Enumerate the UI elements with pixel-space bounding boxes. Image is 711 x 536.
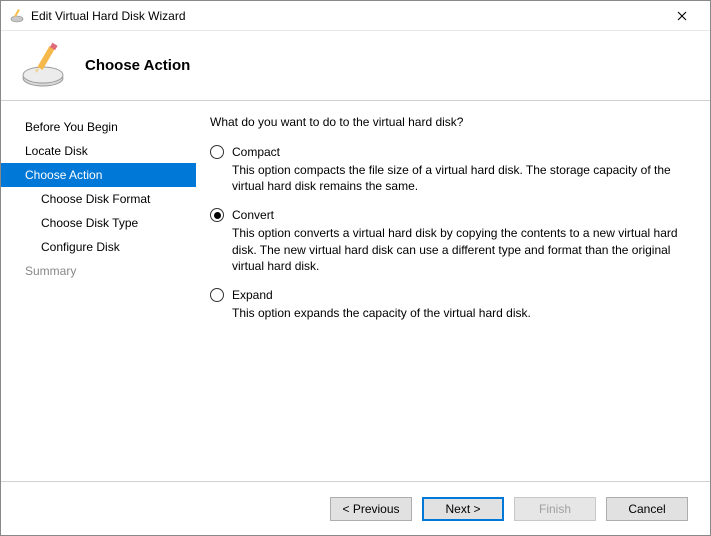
option-expand-row[interactable]: Expand — [210, 288, 688, 302]
option-compact: Compact This option compacts the file si… — [210, 145, 688, 194]
sidebar-item-configure-disk[interactable]: Configure Disk — [1, 235, 196, 259]
sidebar-item-choose-disk-format[interactable]: Choose Disk Format — [1, 187, 196, 211]
window-title: Edit Virtual Hard Disk Wizard — [31, 9, 662, 23]
sidebar-item-choose-disk-type[interactable]: Choose Disk Type — [1, 211, 196, 235]
previous-button[interactable]: < Previous — [330, 497, 412, 521]
wizard-body: Before You Begin Locate Disk Choose Acti… — [1, 101, 710, 481]
wizard-footer: < Previous Next > Finish Cancel — [1, 481, 710, 535]
radio-compact[interactable] — [210, 145, 224, 159]
finish-button: Finish — [514, 497, 596, 521]
option-expand: Expand This option expands the capacity … — [210, 288, 688, 321]
app-icon — [9, 8, 25, 24]
option-convert: Convert This option converts a virtual h… — [210, 208, 688, 274]
sidebar-item-choose-action[interactable]: Choose Action — [1, 163, 196, 187]
radio-expand[interactable] — [210, 288, 224, 302]
sidebar-item-summary[interactable]: Summary — [1, 259, 196, 283]
option-convert-row[interactable]: Convert — [210, 208, 688, 222]
option-expand-label: Expand — [232, 288, 273, 302]
wizard-content: What do you want to do to the virtual ha… — [196, 101, 710, 481]
option-convert-desc: This option converts a virtual hard disk… — [232, 225, 688, 274]
close-button[interactable] — [662, 2, 702, 30]
wizard-sidebar: Before You Begin Locate Disk Choose Acti… — [1, 101, 196, 481]
option-compact-row[interactable]: Compact — [210, 145, 688, 159]
content-prompt: What do you want to do to the virtual ha… — [210, 115, 688, 129]
wizard-header: Choose Action — [1, 31, 710, 101]
option-convert-label: Convert — [232, 208, 274, 222]
option-compact-desc: This option compacts the file size of a … — [232, 162, 688, 194]
next-button[interactable]: Next > — [422, 497, 504, 521]
titlebar: Edit Virtual Hard Disk Wizard — [1, 1, 710, 31]
radio-convert[interactable] — [210, 208, 224, 222]
sidebar-item-before-you-begin[interactable]: Before You Begin — [1, 115, 196, 139]
wizard-icon — [19, 42, 67, 90]
cancel-button[interactable]: Cancel — [606, 497, 688, 521]
option-compact-label: Compact — [232, 145, 280, 159]
option-expand-desc: This option expands the capacity of the … — [232, 305, 688, 321]
page-heading: Choose Action — [85, 57, 190, 74]
sidebar-item-locate-disk[interactable]: Locate Disk — [1, 139, 196, 163]
